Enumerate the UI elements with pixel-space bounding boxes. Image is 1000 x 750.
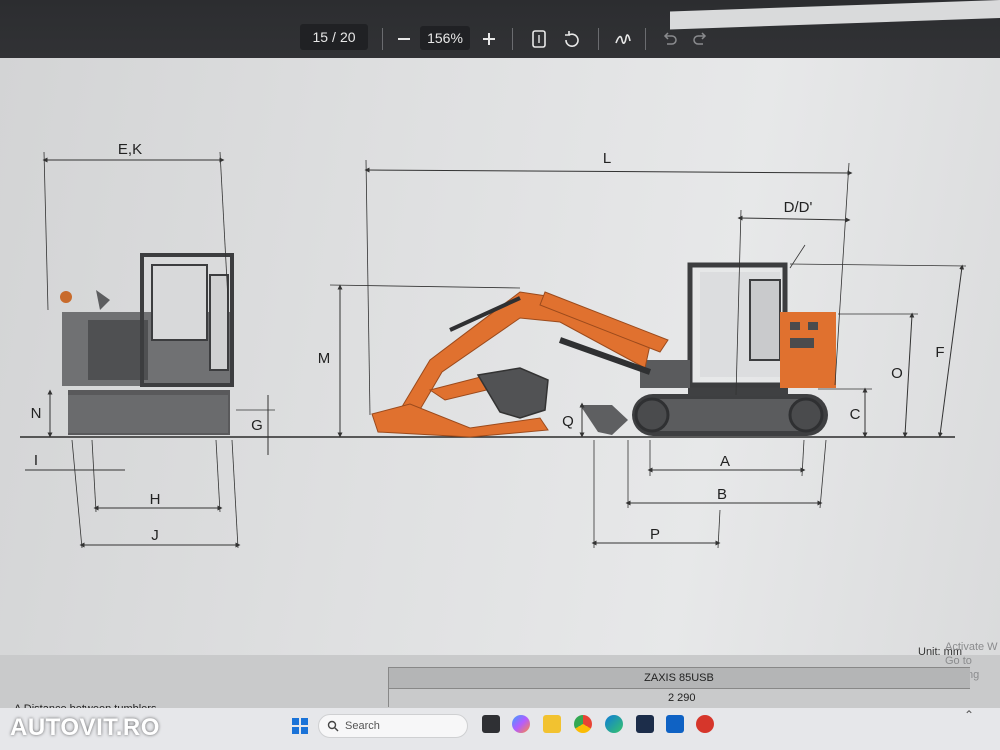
redo-icon[interactable] [690, 28, 712, 50]
dim-line-o [902, 312, 915, 438]
task-view-icon[interactable] [482, 715, 500, 733]
chevron-up-icon[interactable]: ⌃ [964, 708, 974, 722]
windows-icon[interactable] [292, 718, 308, 734]
toolbar-divider [598, 28, 599, 50]
copilot-icon[interactable] [512, 715, 530, 733]
search-icon [327, 720, 339, 732]
label-a: A [720, 453, 730, 470]
label-b: B [717, 486, 727, 503]
store-icon[interactable] [636, 715, 654, 733]
taskbar-search-input[interactable]: Search [318, 714, 468, 738]
dim-line-dd [737, 215, 851, 223]
front-view-machine [60, 253, 234, 435]
office-icon[interactable] [696, 715, 714, 733]
label-o: O [891, 365, 903, 382]
label-ek: E,K [118, 141, 142, 158]
undo-icon[interactable] [658, 28, 680, 50]
dim-line-l [364, 167, 853, 176]
label-l: L [603, 150, 611, 167]
chrome-icon[interactable] [574, 715, 592, 733]
rotate-icon[interactable] [560, 28, 582, 50]
plus-icon[interactable] [478, 28, 500, 50]
watermark-line-1: Activate W [945, 641, 998, 653]
label-q: Q [562, 413, 574, 430]
side-view-track [632, 394, 828, 436]
minus-icon[interactable] [393, 28, 415, 50]
label-i: I [34, 452, 38, 469]
label-m: M [318, 350, 331, 367]
model-column-header: ZAXIS 85USB [388, 667, 970, 689]
row-a-value: 2 290 [668, 692, 696, 704]
zoom-level-field[interactable]: 156% [420, 26, 470, 50]
fit-page-icon[interactable] [528, 28, 550, 50]
label-dd: D/D' [784, 199, 813, 216]
excavator-dimension-drawing: E,K L D/D' M N G I H J Q C O F A B P [20, 141, 967, 549]
label-n: N [31, 405, 42, 422]
file-explorer-icon[interactable] [543, 715, 561, 733]
label-h: H [150, 491, 161, 508]
label-p: P [650, 526, 660, 543]
toolbar-divider [645, 28, 646, 50]
toolbar-divider [382, 28, 383, 50]
page-total: 20 [339, 29, 356, 45]
label-g: G [251, 417, 263, 434]
outlook-icon[interactable] [666, 715, 684, 733]
label-f: F [935, 344, 944, 361]
page-separator: / [332, 29, 336, 45]
page-number-field[interactable]: 15 / 20 [300, 24, 368, 50]
dozer-blade [580, 405, 628, 435]
autovit-logo: AUTOVIT.RO [10, 714, 160, 741]
label-j: J [151, 527, 159, 544]
table-divider [388, 667, 389, 707]
toolbar-divider [512, 28, 513, 50]
draw-icon[interactable] [612, 28, 634, 50]
bucket [476, 367, 549, 419]
label-c: C [850, 406, 861, 423]
edge-icon[interactable] [605, 715, 623, 733]
search-placeholder: Search [345, 720, 380, 732]
document-page: E,K L D/D' M N G I H J Q C O F A B P [0, 58, 1000, 658]
page-current[interactable]: 15 [312, 29, 328, 45]
